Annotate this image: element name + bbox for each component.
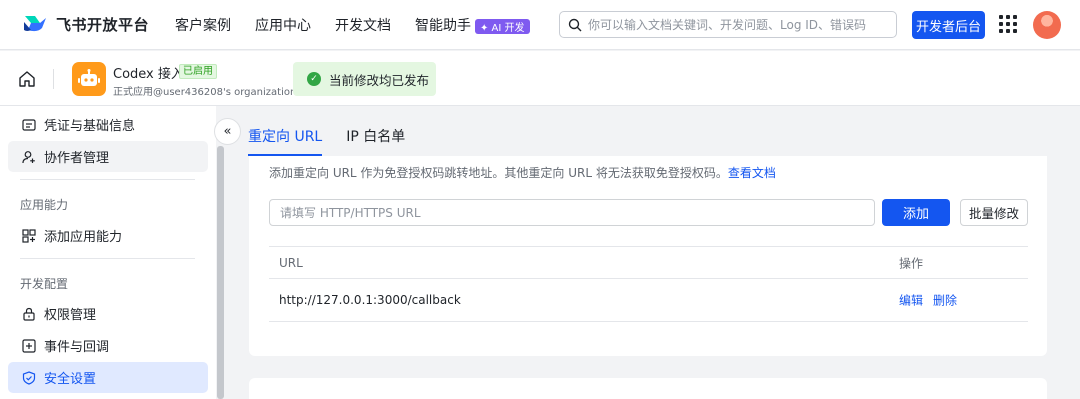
bulk-edit-button[interactable]: 批量修改 bbox=[960, 199, 1028, 226]
nav-customer-cases[interactable]: 客户案例 bbox=[175, 15, 231, 35]
nav-assistant[interactable]: 智能助手 ✦ AI 开发 bbox=[415, 15, 530, 35]
double-chevron-left-icon[interactable]: « bbox=[214, 118, 241, 145]
sidebar-item-label: 权限管理 bbox=[44, 308, 97, 323]
nav-dev-docs[interactable]: 开发文档 bbox=[335, 15, 391, 35]
user-avatar[interactable] bbox=[1033, 11, 1061, 39]
sidebar-item-credentials[interactable]: 凭证与基础信息 bbox=[8, 109, 208, 140]
publish-status-text: 当前修改均已发布 bbox=[329, 72, 430, 88]
row-actions: 编辑 删除 bbox=[899, 292, 967, 309]
redirect-description-text: 添加重定向 URL 作为免登授权码跳转地址。其他重定向 URL 将无法获取免登授… bbox=[269, 166, 728, 180]
sidebar-item-label: 事件与回调 bbox=[44, 340, 110, 355]
sidebar-item-security[interactable]: 安全设置 bbox=[8, 362, 208, 393]
sidebar-divider bbox=[20, 179, 195, 180]
redirect-url-table: URL 操作 http://127.0.0.1:3000/callback 编辑… bbox=[269, 246, 1028, 322]
credentials-icon bbox=[22, 118, 36, 132]
top-navbar: 飞书开放平台 客户案例 应用中心 开发文档 智能助手✦ AI 开发 开发者后台 bbox=[0, 0, 1080, 50]
sidebar-item-label: 凭证与基础信息 bbox=[44, 119, 136, 134]
tab-redirect-url[interactable]: 重定向 URL bbox=[248, 126, 323, 156]
add-capability-icon bbox=[22, 228, 36, 243]
table-row: http://127.0.0.1:3000/callback 编辑 删除 bbox=[269, 279, 1028, 322]
search-box[interactable] bbox=[559, 11, 897, 38]
status-badge: 已启用 bbox=[179, 64, 217, 79]
tab-bar: 重定向 URL IP 白名单 bbox=[248, 126, 429, 156]
add-button[interactable]: 添加 bbox=[882, 199, 950, 226]
brand-name: 飞书开放平台 bbox=[56, 15, 150, 34]
sidebar-item-events[interactable]: 事件与回调 bbox=[8, 330, 208, 361]
ai-badge: ✦ AI 开发 bbox=[475, 18, 530, 34]
row-url: http://127.0.0.1:3000/callback bbox=[279, 293, 461, 307]
redirect-url-card: 添加重定向 URL 作为免登授权码跳转地址。其他重定向 URL 将无法获取免登授… bbox=[249, 156, 1047, 356]
app-subtitle: 正式应用@user436208's organization bbox=[113, 87, 297, 98]
sidebar-group-dev: 开发配置 bbox=[20, 277, 69, 291]
sidebar-item-permissions[interactable]: 权限管理 bbox=[8, 298, 208, 329]
sidebar-divider bbox=[20, 258, 195, 259]
robot-icon bbox=[72, 62, 106, 96]
nav-assistant-label: 智能助手 bbox=[415, 18, 471, 34]
column-header-url: URL bbox=[279, 255, 303, 270]
shield-icon bbox=[22, 370, 36, 385]
add-user-icon bbox=[22, 150, 36, 164]
sidebar-item-label: 安全设置 bbox=[44, 372, 97, 387]
sidebar-scroll-thumb[interactable] bbox=[217, 146, 224, 399]
divider bbox=[53, 69, 54, 89]
app-name: Codex 接入 bbox=[113, 67, 184, 82]
sidebar: 凭证与基础信息 协作者管理 应用能力 添加应用能力 开发配置 权限管理 事件与回… bbox=[0, 106, 216, 399]
sidebar-item-label: 协作者管理 bbox=[44, 151, 110, 166]
nav-links: 客户案例 应用中心 开发文档 智能助手 ✦ AI 开发 bbox=[175, 0, 554, 50]
secondary-card bbox=[249, 378, 1047, 399]
redirect-description: 添加重定向 URL 作为免登授权码跳转地址。其他重定向 URL 将无法获取免登授… bbox=[269, 164, 776, 181]
sidebar-group-capability: 应用能力 bbox=[20, 198, 69, 212]
publish-status-tip: ✓ 当前修改均已发布 bbox=[293, 62, 436, 96]
dev-console-button[interactable]: 开发者后台 bbox=[912, 11, 985, 39]
event-icon bbox=[22, 338, 36, 353]
check-circle-icon: ✓ bbox=[307, 72, 321, 86]
lock-icon bbox=[22, 307, 36, 321]
edit-link[interactable]: 编辑 bbox=[899, 294, 923, 308]
brand-logo[interactable]: 飞书开放平台 bbox=[22, 13, 149, 35]
nav-app-center[interactable]: 应用中心 bbox=[255, 15, 311, 35]
sidebar-item-label: 添加应用能力 bbox=[44, 230, 123, 245]
delete-link[interactable]: 删除 bbox=[933, 294, 957, 308]
search-input[interactable] bbox=[588, 17, 896, 32]
view-docs-link[interactable]: 查看文档 bbox=[728, 166, 776, 180]
table-header: URL 操作 bbox=[269, 246, 1028, 279]
tab-ip-whitelist[interactable]: IP 白名单 bbox=[346, 126, 405, 156]
column-header-actions: 操作 bbox=[899, 256, 924, 270]
app-header: Codex 接入 已启用 正式应用@user436208's organizat… bbox=[0, 51, 1080, 106]
sidebar-item-add-capability[interactable]: 添加应用能力 bbox=[8, 220, 208, 251]
home-icon[interactable] bbox=[18, 70, 36, 88]
sidebar-item-collaborators[interactable]: 协作者管理 bbox=[8, 141, 208, 172]
redirect-url-input[interactable] bbox=[269, 199, 875, 226]
search-icon bbox=[568, 18, 582, 31]
feishu-logo-icon bbox=[24, 16, 46, 32]
apps-grid-icon[interactable] bbox=[999, 15, 1017, 33]
